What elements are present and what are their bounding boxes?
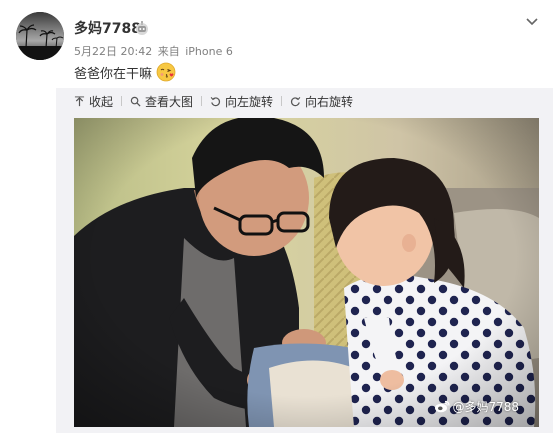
- chevron-down-icon[interactable]: [524, 14, 540, 30]
- view-large-button[interactable]: 查看大图: [122, 88, 201, 114]
- weibo-post-card: 多妈7788 5月22日 20:42 来自 iPhone 6 爸爸你在干嘛 收起…: [0, 0, 554, 433]
- collapse-label: 收起: [89, 94, 114, 109]
- post-photo[interactable]: @多妈7788: [74, 118, 539, 427]
- author-name[interactable]: 多妈7788: [74, 18, 141, 38]
- weibo-logo-icon: [435, 400, 451, 413]
- rotate-left-icon: [210, 96, 221, 106]
- arrow-up-icon: [74, 95, 85, 106]
- source-prefix: 来自: [157, 45, 180, 58]
- post-timestamp[interactable]: 5月22日 20:42: [74, 45, 152, 58]
- rotate-right-label: 向右旋转: [305, 94, 354, 109]
- post-text: 爸爸你在干嘛: [74, 62, 176, 82]
- image-toolbar: 收起 查看大图 向左旋转 向右旋转: [56, 88, 361, 114]
- kiss-face-emoji-icon: [156, 62, 176, 82]
- robot-badge-icon[interactable]: [134, 20, 150, 36]
- post-source[interactable]: iPhone 6: [185, 45, 233, 58]
- post-text-content: 爸爸你在干嘛: [74, 66, 153, 82]
- rotate-left-button[interactable]: 向左旋转: [202, 88, 281, 114]
- photo-watermark: @多妈7788: [434, 398, 519, 415]
- view-large-label: 查看大图: [145, 94, 194, 109]
- watermark-text: @多妈7788: [452, 400, 519, 414]
- collapse-button[interactable]: 收起: [56, 88, 121, 114]
- avatar[interactable]: [16, 12, 64, 60]
- rotate-left-label: 向左旋转: [225, 94, 274, 109]
- post-meta: 5月22日 20:42 来自 iPhone 6: [74, 43, 233, 59]
- avatar-image: [16, 12, 64, 60]
- photo-illustration: [74, 118, 539, 427]
- magnifier-icon: [130, 96, 141, 107]
- rotate-right-button[interactable]: 向右旋转: [282, 88, 361, 114]
- rotate-right-icon: [290, 96, 301, 106]
